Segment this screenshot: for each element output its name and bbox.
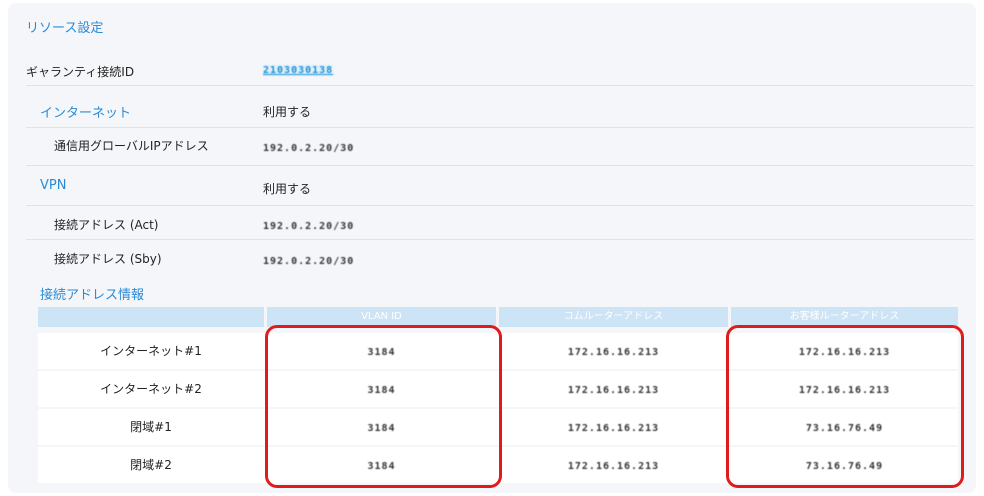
global-ip-label: 通信用グローバルIPアドレス	[54, 139, 209, 153]
table-header-com-router: コムルーターアドレス	[499, 307, 728, 327]
address-info-heading: 接続アドレス情報	[40, 288, 145, 303]
table-header-vlan: VLAN ID	[267, 307, 496, 327]
guaranty-id-link[interactable]: 2103030138	[263, 65, 334, 76]
vpn-label: VPN	[40, 178, 67, 193]
divider	[26, 127, 974, 128]
global-ip-text: 192.0.2.20/30	[263, 143, 355, 154]
sby-value: 192.0.2.20/30	[263, 253, 354, 267]
divider	[26, 165, 974, 166]
guaranty-id-value[interactable]: 2103030138	[263, 62, 334, 76]
vpn-value: 利用する	[263, 182, 312, 196]
highlight-box-vlan	[265, 325, 502, 488]
row-com-router: 172.16.16.213	[499, 371, 728, 407]
com-router-value: 172.16.16.213	[567, 347, 660, 358]
com-router-value: 172.16.16.213	[567, 461, 660, 472]
row-com-router: 172.16.16.213	[499, 447, 728, 483]
section-title: リソース設定	[26, 21, 104, 36]
row-name: 閉域#2	[130, 458, 172, 472]
internet-value: 利用する	[263, 105, 312, 119]
act-label: 接続アドレス (Act)	[54, 218, 159, 232]
row-com-router: 172.16.16.213	[499, 409, 728, 445]
com-router-value: 172.16.16.213	[567, 423, 660, 434]
table-header-customer-router: お客様ルーターアドレス	[731, 307, 958, 327]
sby-address-text: 192.0.2.20/30	[263, 256, 355, 267]
highlight-box-customer-router	[726, 325, 964, 488]
divider	[26, 205, 974, 206]
act-value: 192.0.2.20/30	[263, 218, 354, 232]
divider	[26, 239, 974, 240]
row-com-router: 172.16.16.213	[499, 333, 728, 369]
global-ip-value: 192.0.2.20/30	[263, 140, 354, 154]
table-header-blank	[38, 307, 264, 327]
row-name: 閉域#1	[130, 420, 172, 434]
divider	[26, 85, 974, 86]
row-name: インターネット#2	[100, 382, 202, 396]
row-name: インターネット#1	[100, 344, 202, 358]
com-router-value: 172.16.16.213	[567, 385, 660, 396]
sby-label: 接続アドレス (Sby)	[54, 252, 162, 266]
act-address-text: 192.0.2.20/30	[263, 221, 355, 232]
internet-label: インターネット	[40, 106, 132, 121]
guaranty-id-label: ギャランティ接続ID	[26, 65, 135, 79]
